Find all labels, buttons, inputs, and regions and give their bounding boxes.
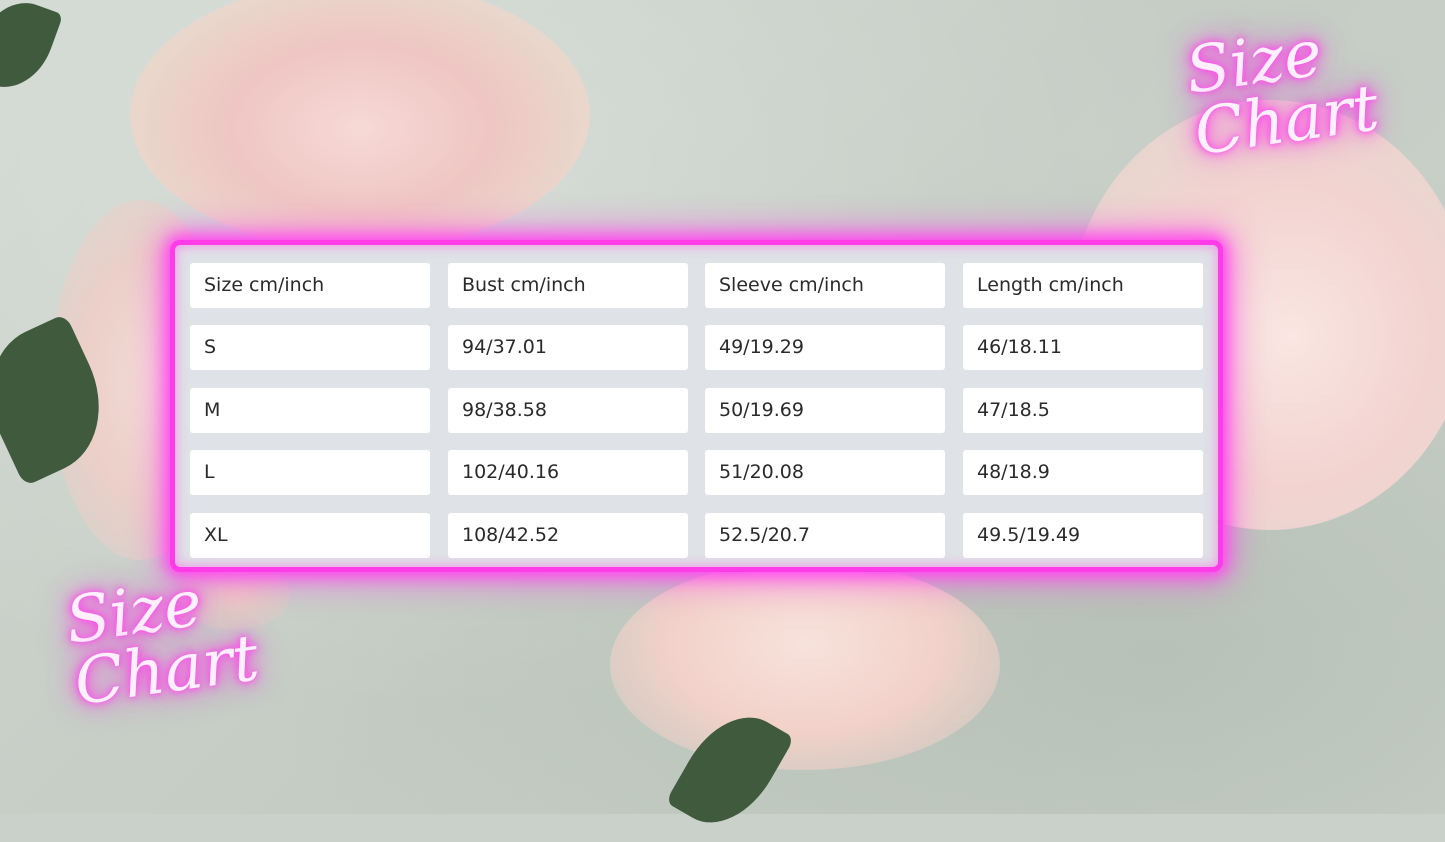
table-cell: 48/18.9 [963, 450, 1203, 495]
table-cell: 98/38.58 [448, 388, 688, 433]
table-cell: XL [190, 513, 430, 558]
table-cell: 50/19.69 [705, 388, 945, 433]
size-chart-table: Size cm/inch Bust cm/inch Sleeve cm/inch… [170, 240, 1223, 572]
table-header-cell: Sleeve cm/inch [705, 263, 945, 308]
table-cell: M [190, 388, 430, 433]
table-cell: S [190, 325, 430, 370]
table-header-cell: Size cm/inch [190, 263, 430, 308]
table-cell: 49/19.29 [705, 325, 945, 370]
table-cell: L [190, 450, 430, 495]
rose-image [610, 560, 1000, 770]
table-cell: 94/37.01 [448, 325, 688, 370]
table-header-cell: Bust cm/inch [448, 263, 688, 308]
table-header-cell: Length cm/inch [963, 263, 1203, 308]
table-cell: 46/18.11 [963, 325, 1203, 370]
rose-image [130, 0, 590, 250]
table-cell: 51/20.08 [705, 450, 945, 495]
size-chart-neon-title-top: Size Chart [1181, 16, 1383, 171]
table-cell: 47/18.5 [963, 388, 1203, 433]
table-cell: 108/42.52 [448, 513, 688, 558]
table-cell: 102/40.16 [448, 450, 688, 495]
table-cell: 52.5/20.7 [705, 513, 945, 558]
table-cell: 49.5/19.49 [963, 513, 1203, 558]
size-chart-neon-title-bottom: Size Chart [61, 566, 263, 721]
leaf-image [0, 0, 64, 100]
